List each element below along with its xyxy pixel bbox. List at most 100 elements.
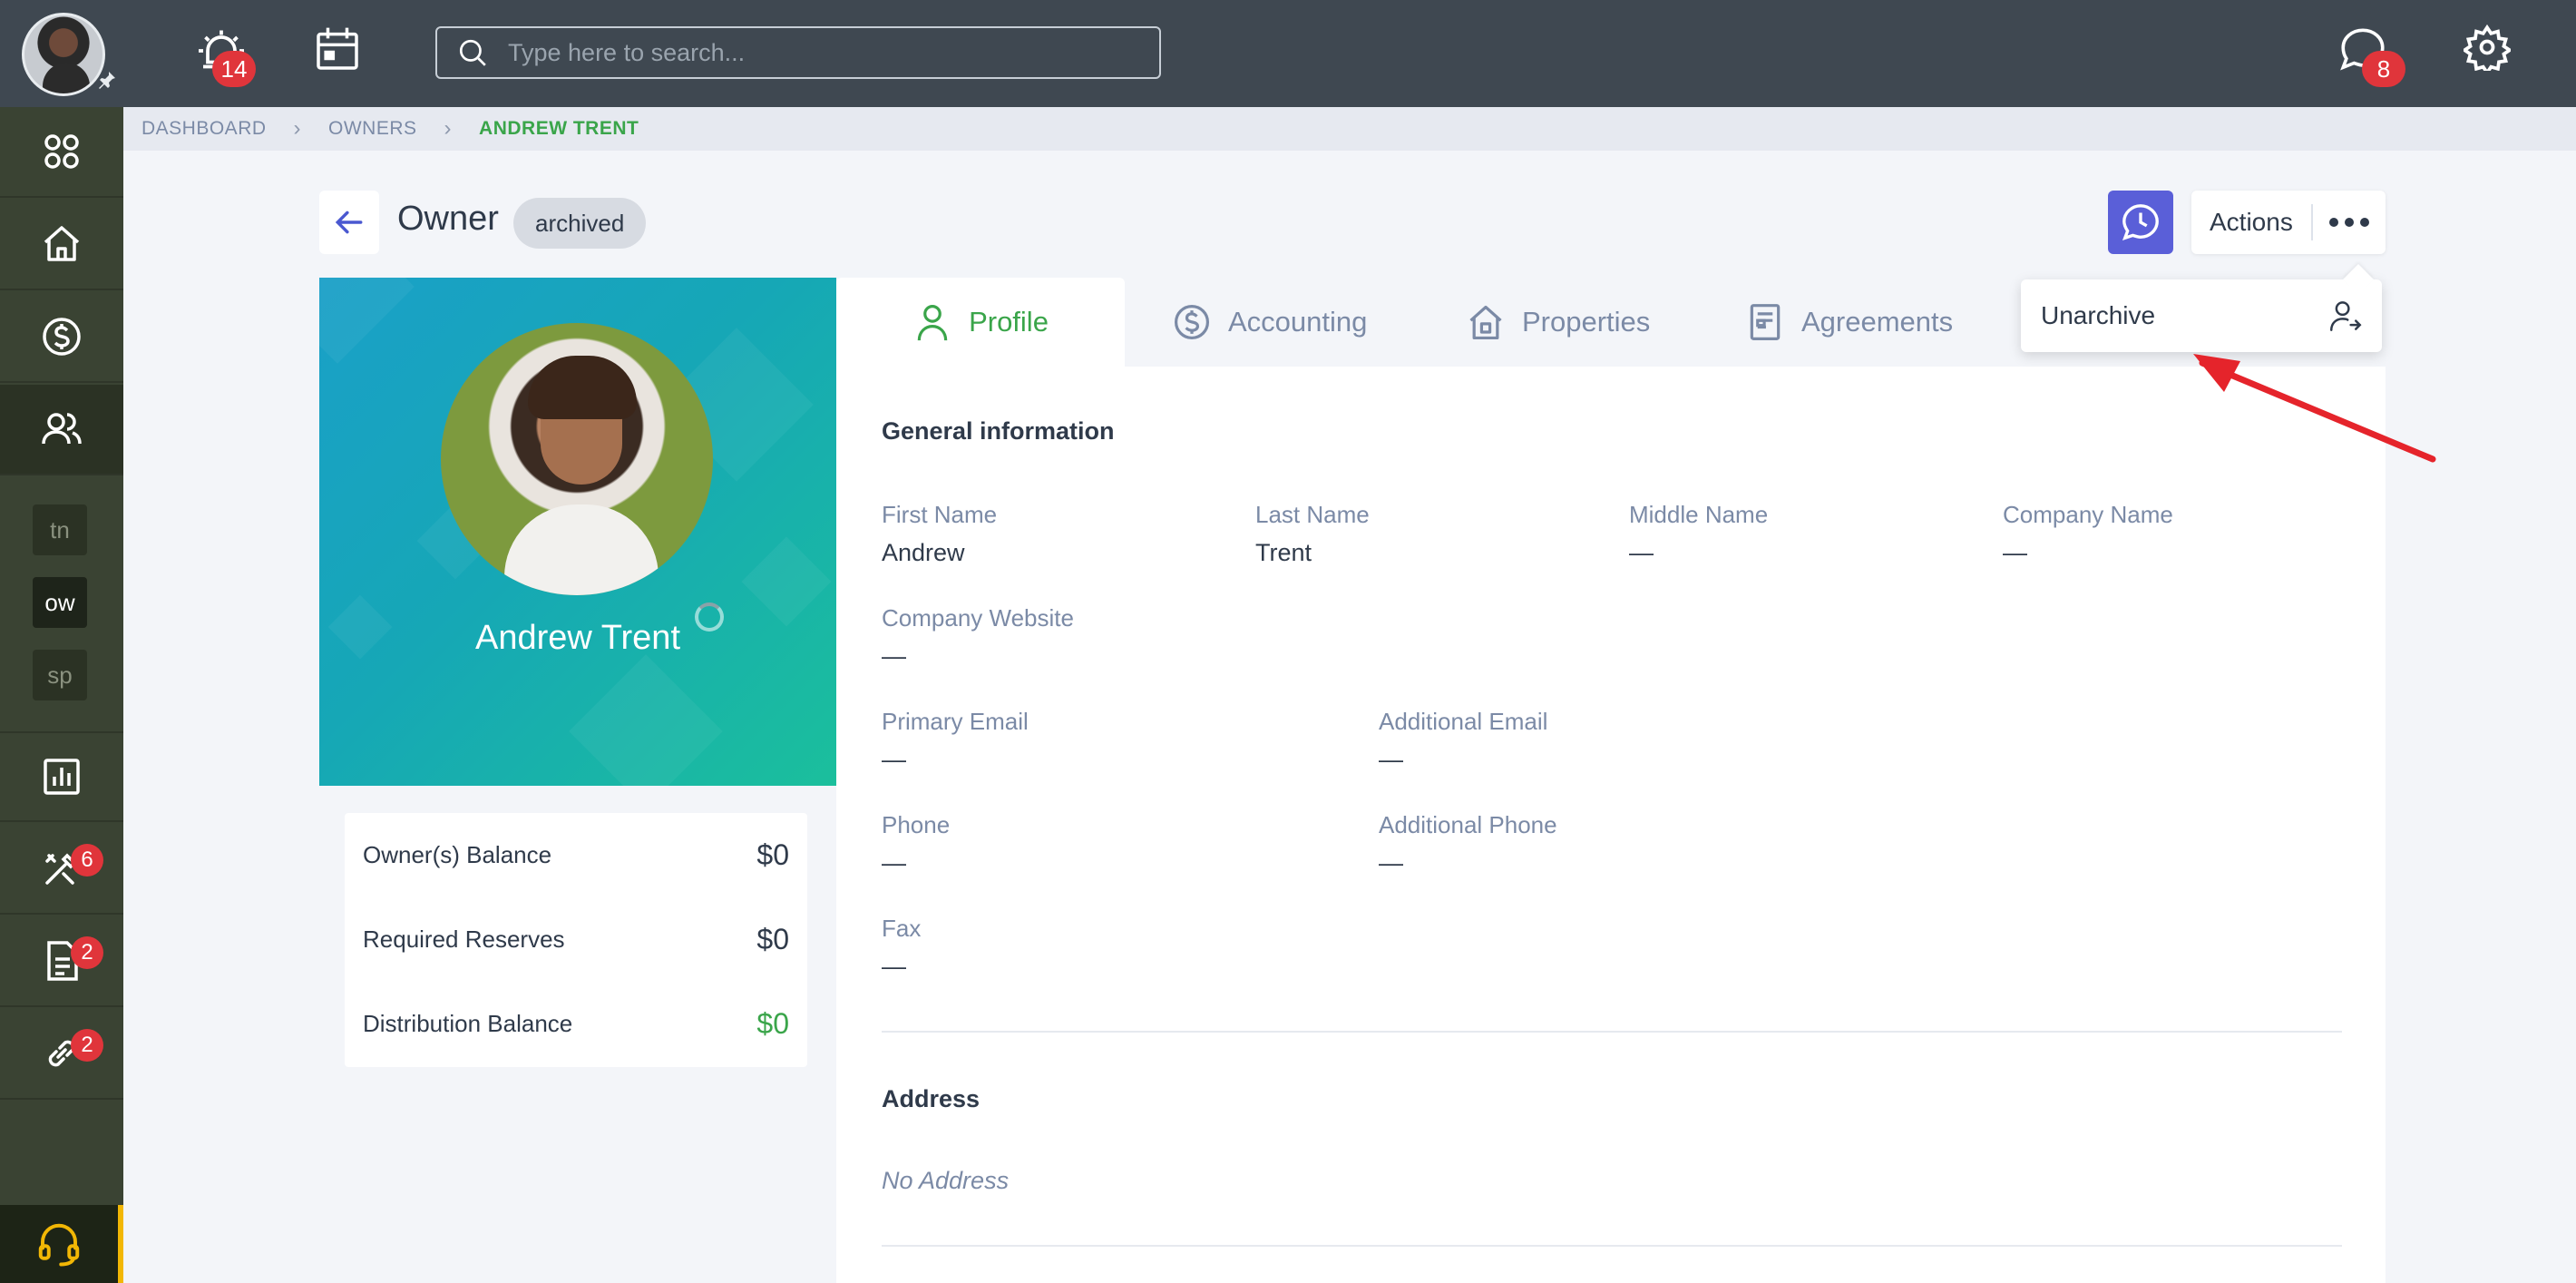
- balance-name: Owner(s) Balance: [363, 841, 552, 868]
- sidebar-header: [0, 0, 123, 107]
- actions-button[interactable]: Actions: [2191, 191, 2386, 254]
- alerts-badge: 14: [212, 51, 256, 87]
- first-name-value: Andrew: [882, 539, 965, 566]
- sidebar-item-accounting[interactable]: [0, 292, 123, 383]
- balance-row: Distribution Balance $0: [363, 982, 789, 1066]
- messages-badge: 8: [2362, 51, 2405, 87]
- user-arrow-icon[interactable]: [2329, 299, 2362, 332]
- breadcrumb-dashboard[interactable]: DASHBOARD: [141, 118, 267, 140]
- support-button[interactable]: [0, 1205, 123, 1283]
- sidebar-chip-ow[interactable]: ow: [33, 577, 87, 628]
- search-icon: [459, 39, 486, 66]
- balance-name: Required Reserves: [363, 926, 565, 953]
- profile-photo[interactable]: [441, 323, 713, 595]
- tasks-badge: 2: [71, 936, 103, 969]
- general-info-title: General information: [882, 417, 1115, 445]
- company-name-value: —: [2003, 539, 2027, 566]
- breadcrumb-owners[interactable]: OWNERS: [328, 118, 417, 140]
- sidebar-chip-sp[interactable]: sp: [33, 650, 87, 700]
- settings-button[interactable]: [2461, 24, 2518, 78]
- sidebar-item-people[interactable]: [0, 385, 123, 475]
- messages-button[interactable]: 8: [2337, 24, 2405, 87]
- sidebar-chip-tn[interactable]: tn: [33, 504, 87, 555]
- profile-name: Andrew Trent: [475, 619, 680, 657]
- tab-profile[interactable]: Profile: [836, 278, 1125, 367]
- balances-card: Owner(s) Balance $0 Required Reserves $0…: [345, 813, 807, 1067]
- links-badge: 2: [71, 1029, 103, 1062]
- tab-label: Properties: [1522, 306, 1651, 338]
- history-button[interactable]: [2108, 191, 2173, 254]
- tab-label: Profile: [969, 306, 1049, 338]
- unarchive-menu-item[interactable]: Unarchive: [2041, 301, 2329, 330]
- clock-icon: [2122, 204, 2159, 240]
- sidebar-item-properties[interactable]: [0, 200, 123, 290]
- company-name-label: Company Name: [2003, 501, 2173, 528]
- balance-value: $0: [756, 923, 789, 955]
- actions-label: Actions: [2210, 208, 2293, 236]
- balance-name: Distribution Balance: [363, 1010, 573, 1037]
- dollar-circle-icon: [1174, 304, 1210, 340]
- first-name-label: First Name: [882, 501, 998, 528]
- sidebar-item-tasks[interactable]: 2: [0, 916, 123, 1007]
- additional-email-value: —: [1379, 746, 1403, 773]
- alerts-button[interactable]: 14: [194, 24, 256, 87]
- tab-label: Accounting: [1228, 306, 1368, 338]
- more-dots-icon[interactable]: [2313, 217, 2386, 228]
- sidebar-item-links[interactable]: 2: [0, 1009, 123, 1100]
- phone-label: Phone: [882, 811, 951, 838]
- last-name-value: Trent: [1255, 539, 1312, 566]
- headset-icon: [38, 1223, 80, 1267]
- search-box[interactable]: [435, 26, 1161, 79]
- balance-value: $0: [756, 838, 789, 871]
- agreement-icon: [1750, 304, 1781, 340]
- balance-row: Owner(s) Balance $0: [363, 813, 789, 897]
- annotation-arrow: [2193, 354, 2436, 463]
- no-address-text: No Address: [882, 1167, 1010, 1194]
- fax-value: —: [882, 953, 906, 980]
- sidebar-item-dashboard[interactable]: [0, 107, 123, 198]
- middle-name-value: —: [1629, 539, 1654, 566]
- company-website-value: —: [882, 642, 906, 670]
- primary-email-value: —: [882, 746, 906, 773]
- sidebar-item-maintenance[interactable]: 6: [0, 824, 123, 915]
- section-divider: [882, 1031, 2342, 1033]
- breadcrumb-separator: ›: [444, 116, 453, 141]
- breadcrumb: DASHBOARD › OWNERS › ANDREW TRENT: [123, 107, 2576, 151]
- tab-properties[interactable]: Properties: [1466, 278, 1650, 367]
- breadcrumb-separator: ›: [293, 116, 302, 141]
- additional-phone-value: —: [1379, 849, 1403, 877]
- arrow-left-icon: [335, 211, 363, 234]
- search-input[interactable]: [508, 38, 1143, 67]
- sidebar: tn ow sp 6 2 2: [0, 0, 123, 1283]
- tab-agreements[interactable]: Agreements: [1745, 278, 1953, 367]
- home-icon: [1469, 305, 1502, 340]
- profile-hero: Andrew Trent: [319, 278, 836, 786]
- sidebar-item-reports[interactable]: [0, 731, 123, 822]
- home-icon: [44, 226, 80, 261]
- additional-phone-label: Additional Phone: [1379, 811, 1557, 838]
- person-icon: [917, 304, 948, 341]
- breadcrumb-current: ANDREW TRENT: [479, 118, 639, 139]
- section-divider: [882, 1245, 2342, 1247]
- last-name-label: Last Name: [1255, 501, 1370, 528]
- additional-email-label: Additional Email: [1379, 708, 1548, 735]
- user-avatar[interactable]: [22, 13, 105, 96]
- page-title: Owner: [397, 200, 499, 238]
- dollar-circle-icon: [43, 318, 81, 356]
- actions-dropdown: Unarchive: [2021, 264, 2382, 352]
- middle-name-label: Middle Name: [1629, 501, 1769, 528]
- address-title: Address: [882, 1085, 981, 1112]
- phone-value: —: [882, 849, 906, 877]
- balance-row: Required Reserves $0: [363, 897, 789, 982]
- apps-grid-icon: [44, 134, 79, 169]
- maintenance-badge: 6: [71, 844, 103, 877]
- calendar-button[interactable]: [312, 24, 366, 78]
- users-icon: [42, 413, 82, 445]
- loading-spinner-icon: [695, 602, 724, 632]
- tab-accounting[interactable]: Accounting: [1172, 278, 1367, 367]
- primary-email-label: Primary Email: [882, 708, 1029, 735]
- chart-icon: [44, 759, 80, 795]
- pin-icon[interactable]: [96, 69, 118, 91]
- back-button[interactable]: [319, 191, 379, 254]
- company-website-label: Company Website: [882, 604, 1074, 632]
